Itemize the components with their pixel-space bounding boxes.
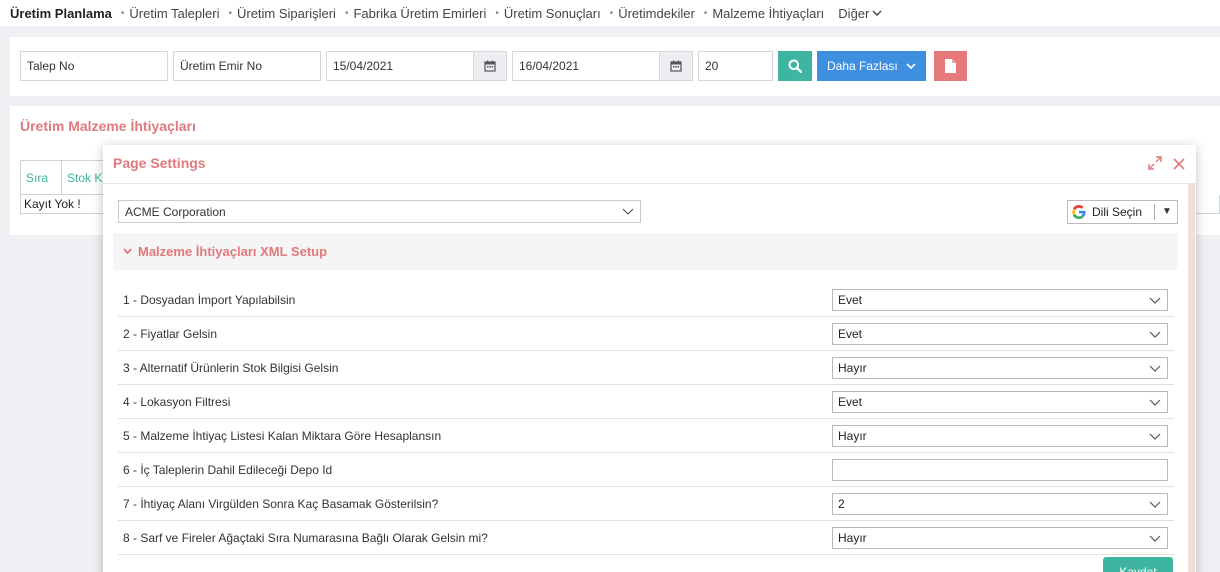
date-to-calendar-button[interactable] <box>660 51 693 81</box>
file-icon <box>945 59 956 73</box>
chevron-down-icon <box>1149 535 1161 542</box>
nav-item-uretim-siparisleri[interactable]: Üretim Siparişleri <box>237 6 336 21</box>
setting-row: 8 - Sarf ve Fireler Ağaçtaki Sıra Numara… <box>118 521 1174 555</box>
setting-select-remaining-qty[interactable]: Hayır <box>832 425 1168 447</box>
language-select-label: Dili Seçin <box>1092 205 1143 219</box>
page-title: Üretim Malzeme İhtiyaçları <box>20 118 196 134</box>
nav-dot: • <box>703 7 708 19</box>
more-options-button[interactable]: Daha Fazlası <box>817 51 926 81</box>
search-icon <box>788 59 802 73</box>
chevron-down-icon <box>1149 331 1161 338</box>
close-icon[interactable] <box>1173 158 1185 170</box>
settings-list: 1 - Dosyadan İmport Yapılabilsin Evet 2 … <box>118 283 1174 555</box>
company-select-value: ACME Corporation <box>125 204 226 219</box>
setting-row: 6 - İç Taleplerin Dahil Edileceği Depo I… <box>118 453 1174 487</box>
date-from-input[interactable]: 15/04/2021 <box>326 51 474 81</box>
chevron-down-icon <box>1149 297 1161 304</box>
setting-select-alternative-stock[interactable]: Hayır <box>832 357 1168 379</box>
nav-item-uretim-talepleri[interactable]: Üretim Talepleri <box>129 6 219 21</box>
calendar-icon <box>484 60 496 72</box>
setting-row: 2 - Fiyatlar Gelsin Evet <box>118 317 1174 351</box>
modal-header-divider <box>103 183 1196 184</box>
setting-label: 4 - Lokasyon Filtresi <box>123 395 231 409</box>
save-button[interactable]: Kaydet <box>1103 557 1173 572</box>
chevron-down-icon <box>1149 365 1161 372</box>
setting-input-depot-id[interactable] <box>832 459 1168 481</box>
nav-item-malzeme-ihtiyaclari[interactable]: Malzeme İhtiyaçları <box>712 6 824 21</box>
date-to-input[interactable]: 16/04/2021 <box>512 51 660 81</box>
setting-label: 2 - Fiyatlar Gelsin <box>123 327 218 341</box>
scrollbar-thumb[interactable] <box>1188 183 1195 572</box>
nav-dot: • <box>609 7 614 19</box>
request-no-input[interactable]: Talep No <box>20 51 168 81</box>
filter-bar: Talep No Üretim Emir No 15/04/2021 16/04… <box>10 37 1220 96</box>
setting-label: 3 - Alternatif Ürünlerin Stok Bilgisi Ge… <box>123 361 339 375</box>
modal-scrollbar[interactable] <box>1188 183 1195 572</box>
nav-item-fabrika-uretim-emirleri[interactable]: Fabrika Üretim Emirleri <box>353 6 486 21</box>
setting-value: Evet <box>838 395 863 409</box>
setting-row: 5 - Malzeme İhtiyaç Listesi Kalan Miktar… <box>118 419 1174 453</box>
setting-select-decimal-places[interactable]: 2 <box>832 493 1168 515</box>
setting-row: 7 - İhtiyaç Alanı Virgülden Sonra Kaç Ba… <box>118 487 1174 521</box>
search-button[interactable] <box>778 51 812 81</box>
company-select[interactable]: ACME Corporation <box>118 200 641 223</box>
nav-brand[interactable]: Üretim Planlama <box>10 6 112 21</box>
expand-icon[interactable] <box>1148 156 1162 170</box>
setting-value: Evet <box>838 327 863 341</box>
nav-more-menu[interactable]: Diğer <box>838 6 882 21</box>
column-header-sira[interactable]: Sıra <box>20 160 62 195</box>
nav-dot: • <box>495 7 499 19</box>
nav-more-label: Diğer <box>838 5 870 21</box>
more-options-label: Daha Fazlası <box>827 59 898 73</box>
top-nav: Üretim Planlama • Üretim Talepleri • Üre… <box>0 0 1220 26</box>
setting-row: 1 - Dosyadan İmport Yapılabilsin Evet <box>118 283 1174 317</box>
setting-value: 2 <box>838 497 845 511</box>
google-icon <box>1072 205 1086 219</box>
setting-select-location-filter[interactable]: Evet <box>832 391 1168 413</box>
section-title: Malzeme İhtiyaçları XML Setup <box>138 244 328 259</box>
chevron-down-icon <box>622 208 634 215</box>
nav-dot: • <box>344 7 349 19</box>
nav-dot: • <box>120 7 125 19</box>
export-pdf-button[interactable] <box>934 51 967 81</box>
nav-dot: • <box>228 7 232 19</box>
setting-value: Hayır <box>838 531 867 545</box>
setting-select-waste-order[interactable]: Hayır <box>832 527 1168 549</box>
setting-label: 1 - Dosyadan İmport Yapılabilsin <box>123 293 296 307</box>
chevron-down-icon <box>123 248 132 255</box>
calendar-icon <box>670 60 682 72</box>
nav-item-uretim-sonuclari[interactable]: Üretim Sonuçları <box>504 6 601 21</box>
chevron-down-icon <box>1149 501 1161 508</box>
modal-title: Page Settings <box>113 155 206 171</box>
setting-row: 4 - Lokasyon Filtresi Evet <box>118 385 1174 419</box>
setting-value: Hayır <box>838 429 867 443</box>
caret-down-icon: ▼ <box>1162 206 1172 217</box>
setting-select-import[interactable]: Evet <box>832 289 1168 311</box>
page-size-input[interactable]: 20 <box>698 51 773 81</box>
setting-label: 6 - İç Taleplerin Dahil Edileceği Depo I… <box>123 463 333 477</box>
nav-item-uretimdekiler[interactable]: Üretimdekiler <box>618 6 695 21</box>
language-select-divider <box>1154 204 1155 220</box>
page-settings-modal: Page Settings ACME Corporation Dili Seçi… <box>103 145 1196 572</box>
date-from-calendar-button[interactable] <box>474 51 507 81</box>
setting-value: Hayır <box>838 361 867 375</box>
setting-select-prices[interactable]: Evet <box>832 323 1168 345</box>
chevron-down-icon <box>1149 433 1161 440</box>
setting-label: 5 - Malzeme İhtiyaç Listesi Kalan Miktar… <box>123 429 442 443</box>
setting-label: 7 - İhtiyaç Alanı Virgülden Sonra Kaç Ba… <box>123 497 439 511</box>
chevron-down-icon <box>872 10 882 16</box>
xml-setup-section-header[interactable]: Malzeme İhtiyaçları XML Setup <box>113 233 1178 270</box>
chevron-down-icon <box>1149 399 1161 406</box>
setting-value: Evet <box>838 293 863 307</box>
language-select[interactable]: Dili Seçin ▼ <box>1067 200 1178 224</box>
chevron-down-icon <box>906 62 916 69</box>
setting-row: 3 - Alternatif Ürünlerin Stok Bilgisi Ge… <box>118 351 1174 385</box>
setting-label: 8 - Sarf ve Fireler Ağaçtaki Sıra Numara… <box>123 531 488 545</box>
order-no-input[interactable]: Üretim Emir No <box>173 51 321 81</box>
